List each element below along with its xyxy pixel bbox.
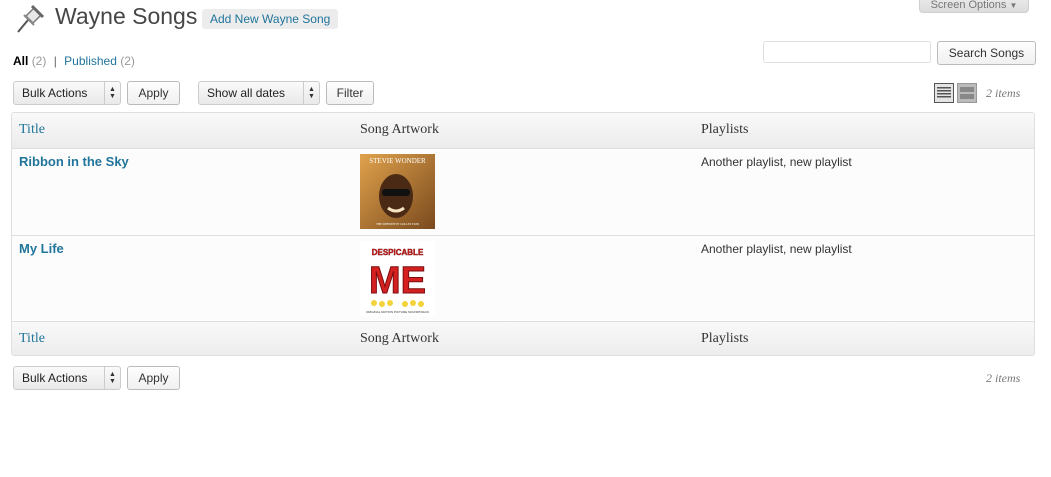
song-artwork-image: STEVIE WONDER THE DEFINITIVE COLLECTION [360,154,435,229]
table-header: Title Song Artwork Playlists [12,113,1034,149]
apply-button[interactable]: Apply [127,81,180,105]
view-published-count: (2) [120,54,135,68]
artwork-bottom-text: ORIGINAL MOTION PICTURE SOUNDTRACK [366,310,429,314]
view-published-link[interactable]: Published [64,54,117,68]
view-separator: | [53,54,57,68]
table-row: Ribbon in the Sky STEVIE WONDER THE DEFI… [12,149,1034,236]
filter-button[interactable]: Filter [326,81,374,105]
chevron-down-icon: ▼ [1009,1,1018,10]
songs-table: Title Song Artwork Playlists Ribbon in t… [11,112,1035,356]
bulk-actions-value: Bulk Actions [22,86,88,100]
song-playlists: Another playlist, new playlist [701,242,852,256]
column-title-header[interactable]: Title [19,122,45,138]
select-arrows-icon: ▲ ▼ [104,82,120,104]
column-playlists-footer: Playlists [701,331,749,346]
column-playlists-header: Playlists [701,122,749,137]
items-count: 2 items [986,86,1021,100]
excerpt-view-icon[interactable] [957,83,977,103]
column-artwork-header: Song Artwork [360,122,439,137]
screen-options-button[interactable]: Screen Options ▼ [919,0,1029,13]
select-arrows-icon: ▲ ▼ [303,82,319,104]
search-input[interactable] [763,41,931,63]
items-count-bottom: 2 items [986,371,1021,385]
search-songs-button[interactable]: Search Songs [937,41,1036,65]
column-artwork-footer: Song Artwork [360,331,439,346]
song-artwork-image: DESPICABLE ME ORIGINAL MOTION PICTURE SO… [360,241,435,316]
table-row: My Life DESPICABLE ME ORIGINAL MOTION PI… [12,236,1034,320]
add-new-song-button[interactable]: Add New Wayne Song [202,9,339,29]
view-all-count: (2) [31,54,47,68]
artwork-top-text: STEVIE WONDER [369,157,426,165]
status-views: All (2) | Published (2) [13,54,135,68]
dates-value: Show all dates [207,86,286,100]
column-title-footer[interactable]: Title [19,331,45,347]
screen-options-label: Screen Options [930,0,1007,11]
song-playlists: Another playlist, new playlist [701,155,852,169]
table-footer: Title Song Artwork Playlists [12,321,1034,355]
pushpin-icon [14,2,46,34]
view-all-link[interactable]: All [13,54,28,68]
song-title-link[interactable]: My Life [19,241,64,256]
select-arrows-icon: ▲ ▼ [104,367,120,389]
artwork-big-text: ME [369,260,426,302]
song-title-link[interactable]: Ribbon in the Sky [19,154,129,169]
bulk-actions-select[interactable]: Bulk Actions ▲ ▼ [13,81,121,105]
apply-button-bottom[interactable]: Apply [127,366,180,390]
bulk-actions-select-bottom[interactable]: Bulk Actions ▲ ▼ [13,366,121,390]
bulk-actions-value: Bulk Actions [22,371,88,385]
artwork-top-text: DESPICABLE [372,248,424,257]
list-view-icon[interactable] [934,83,954,103]
artwork-bottom-text: THE DEFINITIVE COLLECTION [376,222,420,226]
dates-select[interactable]: Show all dates ▲ ▼ [198,81,320,105]
page-title: Wayne Songs [55,3,198,29]
